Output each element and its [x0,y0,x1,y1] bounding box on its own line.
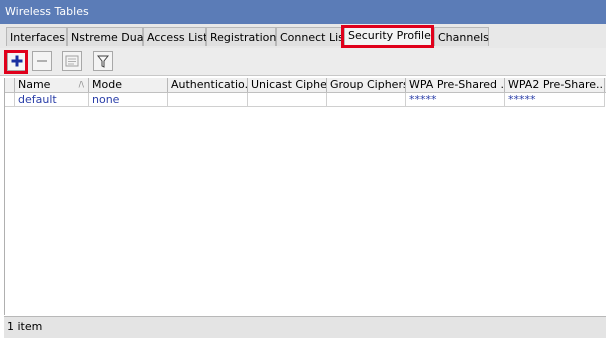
column-header-authentication[interactable]: Authenticatio... [168,78,248,92]
toolbar [0,48,606,76]
column-header-name[interactable]: Name /\ [15,78,89,92]
remove-button[interactable] [32,51,52,71]
cell-group-ciphers [327,93,406,107]
column-label-name: Name [18,78,51,91]
filter-button[interactable] [93,51,113,71]
cell-wpa2-psk: ***** [505,93,605,107]
column-header-mode[interactable]: Mode [89,78,168,92]
comment-icon [65,55,79,67]
tab-registration[interactable]: Registration [206,27,276,46]
column-header-group-ciphers[interactable]: Group Ciphers [327,78,406,92]
cell-authentication [168,93,248,107]
window-title: Wireless Tables [0,0,606,24]
tab-nstreme-dual[interactable]: Nstreme Dual [67,27,147,46]
cell-mode: none [89,93,168,107]
cell-unicast-ciphers [248,93,327,107]
sort-indicator: /\ [78,80,84,89]
tab-access-list[interactable]: Access List [143,27,207,46]
status-bar: 1 item [4,316,606,338]
header-spacer [5,78,15,92]
cell-wpa-psk: ***** [406,93,505,107]
tab-connect-list[interactable]: Connect List [276,27,348,46]
add-button[interactable] [7,51,27,71]
table-row[interactable]: default none ***** ***** [5,93,606,107]
security-profiles-table: Name /\ Mode Authenticatio... Unicast Ci… [4,78,606,315]
table-header: Name /\ Mode Authenticatio... Unicast Ci… [5,78,606,93]
tab-channels[interactable]: Channels [434,27,489,46]
row-marker [5,93,15,107]
tab-interfaces[interactable]: Interfaces [6,27,67,46]
column-header-unicast-ciphers[interactable]: Unicast Ciphers [248,78,327,92]
filter-icon [97,55,109,68]
tab-bar: Interfaces Nstreme Dual Access List Regi… [0,24,606,48]
tab-security-profiles[interactable]: Security Profiles [344,25,437,46]
cell-name: default [15,93,89,107]
column-header-wpa2-psk[interactable]: WPA2 Pre-Share... [505,78,605,92]
column-header-wpa-psk[interactable]: WPA Pre-Shared ... [406,78,505,92]
plus-icon [11,55,23,67]
comment-button[interactable] [62,51,82,71]
minus-icon [36,55,48,67]
wireless-tables-window: Wireless Tables Interfaces Nstreme Dual … [0,0,606,341]
